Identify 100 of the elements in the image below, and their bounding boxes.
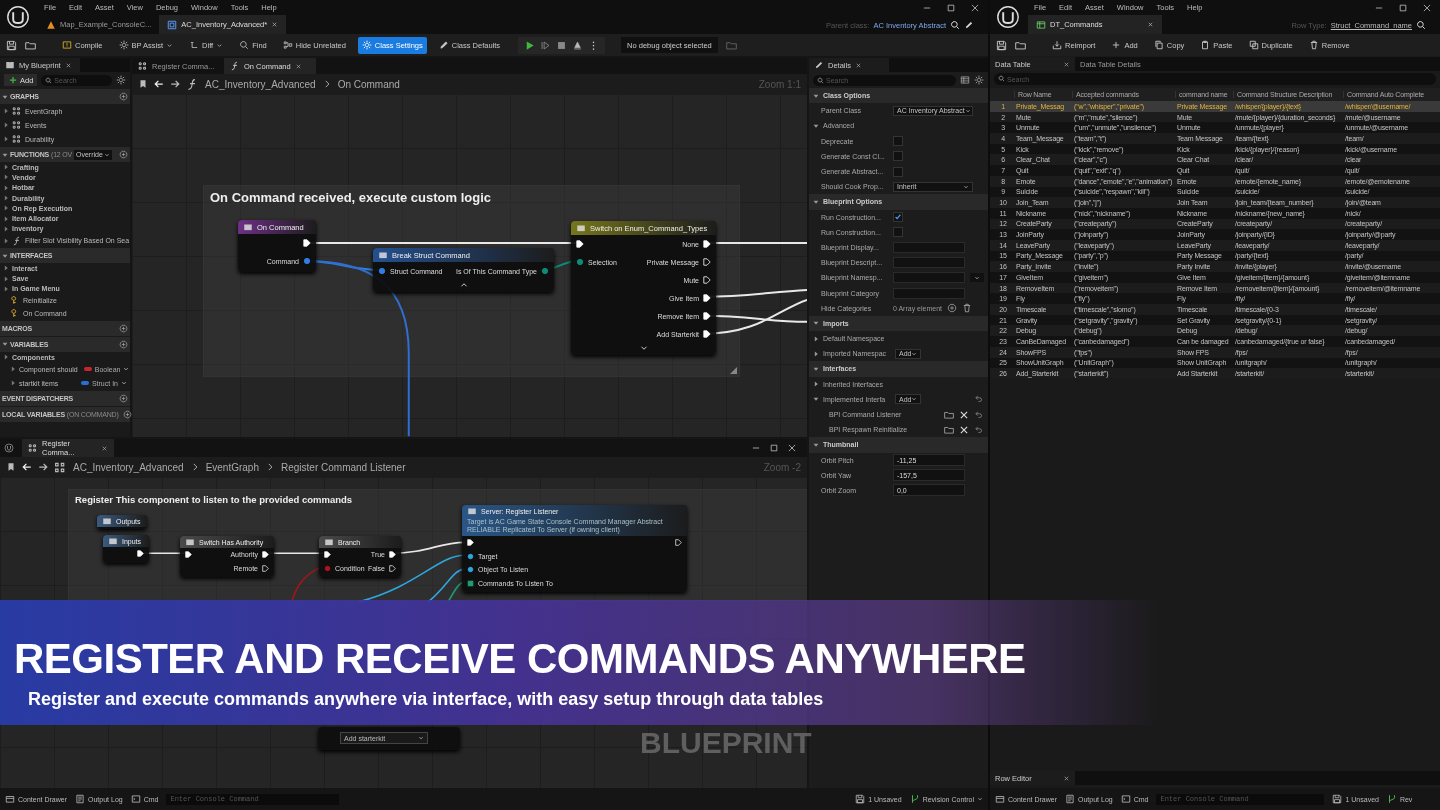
expand-arrow-icon[interactable] xyxy=(813,198,819,205)
close-icon[interactable] xyxy=(970,3,980,13)
expand-arrow-icon[interactable] xyxy=(813,92,819,99)
text-field[interactable] xyxy=(893,287,965,299)
close-icon[interactable] xyxy=(1422,3,1432,13)
text-field[interactable] xyxy=(893,241,965,253)
breadcrumb-link[interactable]: EventGraph xyxy=(205,461,259,473)
bookmark-icon[interactable] xyxy=(138,79,148,89)
add-icon[interactable] xyxy=(119,323,128,333)
maximize-icon[interactable] xyxy=(1398,3,1408,13)
resize-handle-icon[interactable] xyxy=(730,367,737,374)
close-icon[interactable] xyxy=(1063,774,1070,782)
folder-icon[interactable] xyxy=(944,409,954,420)
exec-pin-icon[interactable] xyxy=(185,551,192,559)
folder-icon[interactable] xyxy=(944,424,954,435)
search-icon[interactable] xyxy=(1416,20,1426,30)
add-icon[interactable] xyxy=(122,410,132,420)
exec-pin-icon[interactable] xyxy=(262,564,269,572)
exec-pin-icon[interactable] xyxy=(703,258,711,266)
remove-icon[interactable] xyxy=(959,424,969,435)
exec-pin-icon[interactable] xyxy=(467,539,474,547)
table-icon[interactable] xyxy=(960,75,970,85)
checkbox[interactable] xyxy=(893,151,903,162)
reset-icon[interactable] xyxy=(974,424,984,435)
close-icon[interactable] xyxy=(294,62,302,70)
forward-icon[interactable] xyxy=(38,462,48,472)
exec-pin-icon[interactable] xyxy=(389,564,396,572)
data-pin-icon[interactable] xyxy=(467,566,474,574)
add-icon[interactable] xyxy=(947,303,958,314)
settings-icon[interactable] xyxy=(974,75,984,85)
add-icon[interactable] xyxy=(119,92,128,101)
save-icon[interactable] xyxy=(996,39,1007,51)
exec-pin-icon[interactable] xyxy=(703,294,711,302)
text-field[interactable] xyxy=(893,272,965,284)
exec-pin-icon[interactable] xyxy=(576,240,584,248)
checkbox[interactable] xyxy=(893,166,903,177)
reset-icon[interactable] xyxy=(974,394,984,405)
remove-icon[interactable] xyxy=(959,409,969,420)
folder-icon[interactable] xyxy=(25,39,36,51)
play-icon[interactable] xyxy=(524,39,536,51)
save-icon[interactable] xyxy=(6,39,17,51)
collapsed-arrow-icon[interactable] xyxy=(813,335,819,342)
exec-pin-icon[interactable] xyxy=(703,330,711,338)
maximize-icon[interactable] xyxy=(769,443,779,453)
expand-arrow-icon[interactable] xyxy=(813,365,819,372)
expand-arrow-icon[interactable] xyxy=(813,320,819,327)
exec-pin-icon[interactable] xyxy=(675,539,682,547)
checkbox[interactable] xyxy=(893,136,903,147)
edit-icon[interactable] xyxy=(964,20,974,30)
exec-pin-icon[interactable] xyxy=(703,312,711,320)
data-pin-icon[interactable] xyxy=(541,267,549,275)
text-field[interactable] xyxy=(893,257,965,269)
expand-arrow-icon[interactable] xyxy=(813,122,819,129)
add-icon[interactable] xyxy=(119,150,128,159)
close-icon[interactable] xyxy=(271,21,279,28)
data-pin-icon[interactable] xyxy=(378,267,386,275)
step-icon[interactable] xyxy=(540,39,552,51)
breadcrumb-link[interactable]: On Command xyxy=(337,78,400,90)
close-icon[interactable] xyxy=(64,61,72,69)
exec-pin-icon[interactable] xyxy=(389,551,396,559)
close-icon[interactable] xyxy=(1147,21,1154,28)
close-icon[interactable] xyxy=(1063,60,1070,68)
checkbox[interactable] xyxy=(893,212,903,223)
add-icon[interactable] xyxy=(119,394,128,404)
folder-icon[interactable] xyxy=(1015,39,1026,51)
stop-icon[interactable] xyxy=(556,39,568,51)
maximize-icon[interactable] xyxy=(946,3,956,13)
exec-pin-icon[interactable] xyxy=(262,551,269,559)
forward-icon[interactable] xyxy=(170,79,180,89)
add-icon[interactable] xyxy=(119,339,128,349)
delete-icon[interactable] xyxy=(962,303,973,314)
expand-arrow-icon[interactable] xyxy=(813,441,819,448)
data-pin-icon[interactable] xyxy=(467,579,474,587)
close-icon[interactable] xyxy=(787,443,797,453)
exec-pin-icon[interactable] xyxy=(303,239,311,247)
back-icon[interactable] xyxy=(154,79,164,89)
eject-icon[interactable] xyxy=(572,39,584,51)
reset-icon[interactable] xyxy=(974,409,984,420)
breadcrumb-link[interactable]: AC_Inventory_Advanced xyxy=(73,461,184,473)
exec-pin-icon[interactable] xyxy=(324,551,331,559)
breadcrumb-link[interactable]: AC_Inventory_Advanced xyxy=(205,78,316,90)
exec-pin-icon[interactable] xyxy=(137,550,144,558)
data-pin-icon[interactable] xyxy=(467,552,474,560)
caret-button[interactable] xyxy=(970,273,984,283)
data-pin-icon[interactable] xyxy=(576,258,584,266)
import-icon xyxy=(1052,40,1062,50)
collapsed-arrow-icon[interactable] xyxy=(813,381,819,388)
breadcrumb-link[interactable]: Register Command Listener xyxy=(281,461,406,473)
settings-icon[interactable] xyxy=(116,75,126,85)
bookmark-icon[interactable] xyxy=(6,462,16,472)
close-icon[interactable] xyxy=(854,61,862,69)
checkbox[interactable] xyxy=(893,227,903,238)
data-pin-icon[interactable] xyxy=(303,257,311,265)
close-icon[interactable] xyxy=(101,444,108,452)
back-icon[interactable] xyxy=(22,462,32,472)
search-icon[interactable] xyxy=(950,20,960,30)
exec-pin-icon[interactable] xyxy=(703,240,711,248)
collapsed-arrow-icon[interactable] xyxy=(813,350,819,357)
exec-pin-icon[interactable] xyxy=(703,276,711,284)
expand-arrow-icon[interactable] xyxy=(813,396,819,403)
